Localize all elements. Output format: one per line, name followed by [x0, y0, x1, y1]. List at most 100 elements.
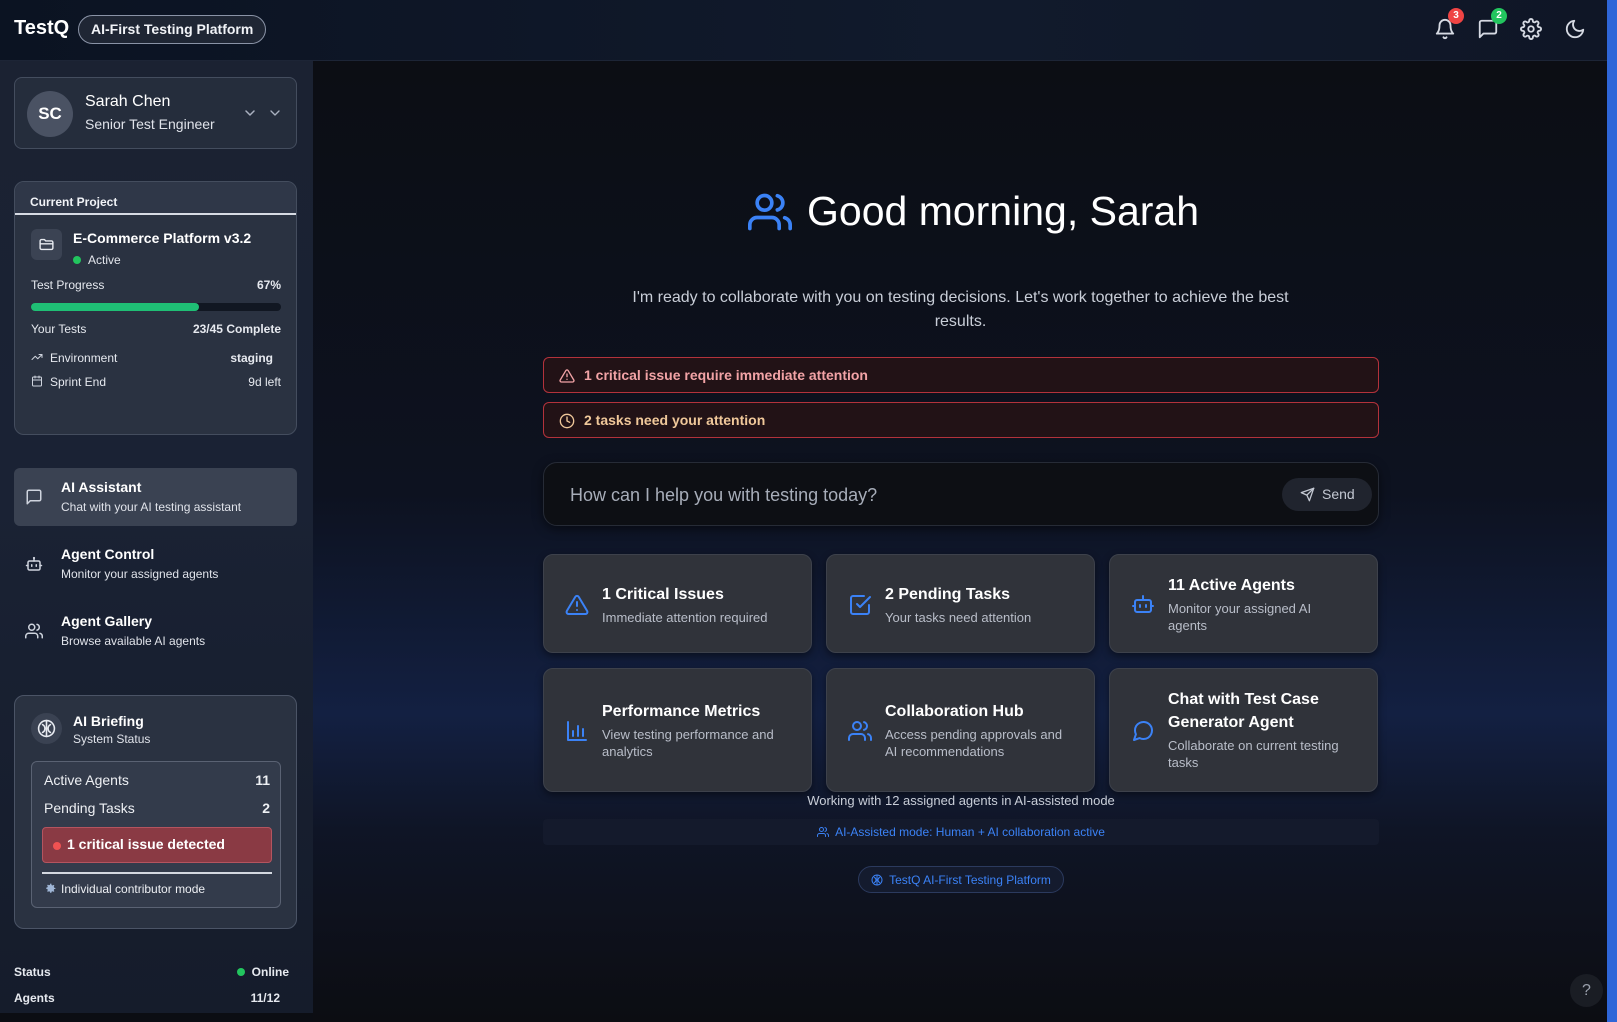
notifications-badge: 3	[1448, 8, 1464, 24]
critical-issue-alert[interactable]: 1 critical issue detected	[42, 827, 272, 863]
send-button[interactable]: Send	[1282, 478, 1372, 511]
critical-issue-banner-text: 1 critical issue require immediate atten…	[584, 367, 868, 383]
active-agents-card[interactable]: 11 Active Agents Monitor your assigned A…	[1109, 554, 1378, 653]
sidebar-item-agent-control[interactable]: Agent Control Monitor your assigned agen…	[14, 535, 297, 593]
project-card-header: Current Project	[15, 182, 296, 215]
trending-up-icon	[31, 351, 43, 363]
sidebar-item-label: AI Assistant	[61, 479, 142, 495]
briefing-title: AI Briefing	[73, 713, 144, 729]
sidebar-item-description: Chat with your AI testing assistant	[61, 500, 242, 514]
chat-icon	[1131, 719, 1155, 743]
user-switcher[interactable]: SC Sarah Chen Senior Test Engineer	[14, 77, 297, 149]
card-title: Performance Metrics	[602, 703, 761, 720]
messages-badge: 2	[1491, 8, 1507, 24]
platform-badge: AI-First Testing Platform	[78, 15, 267, 44]
critical-issue-banner[interactable]: 1 critical issue require immediate atten…	[543, 357, 1379, 393]
sidebar-item-description: Monitor your assigned agents	[61, 567, 219, 581]
messages-button[interactable]: 2	[1477, 8, 1507, 40]
bar-chart-icon	[565, 719, 589, 743]
working-status-text: Working with 12 assigned agents in AI-as…	[807, 793, 1115, 808]
status-dot	[73, 256, 81, 264]
status-value: Online	[251, 965, 289, 979]
collaboration-hub-card[interactable]: Collaboration Hub Access pending approva…	[826, 668, 1095, 792]
card-title: 2 Pending Tasks	[885, 586, 1011, 603]
performance-metrics-card[interactable]: Performance Metrics View testing perform…	[543, 668, 812, 792]
your-tests-row: Your Tests 23/45 Complete	[31, 322, 281, 336]
status-indicator: Online	[236, 965, 289, 979]
agents-label: Agents	[14, 991, 55, 1005]
alert-triangle-icon	[559, 368, 575, 384]
scrollbar-edge[interactable]	[1607, 0, 1617, 1022]
environment-value: staging	[230, 351, 273, 365]
project-status-label: Active	[88, 253, 121, 267]
critical-issue-text: 1 critical issue detected	[67, 836, 225, 852]
platform-footer-badge: TestQ AI-First Testing Platform	[858, 866, 1064, 893]
card-description: Your tasks need attention	[885, 610, 1032, 625]
user-role: Senior Test Engineer	[85, 116, 215, 132]
test-progress-row: Test Progress 67%	[31, 278, 281, 292]
pending-tasks-value: 2	[262, 800, 270, 816]
message-icon	[25, 488, 43, 506]
brand-logo[interactable]: TestQ	[14, 17, 69, 40]
divider	[42, 872, 272, 874]
bot-icon	[25, 555, 43, 573]
status-row: Status Online	[14, 965, 289, 979]
pending-tasks-banner[interactable]: 2 tasks need your attention	[543, 402, 1379, 438]
notifications-button[interactable]: 3	[1434, 8, 1464, 40]
contributor-mode: Individual contributor mode	[44, 882, 205, 896]
sidebar-item-agent-gallery[interactable]: Agent Gallery Browse available AI agents	[14, 602, 297, 660]
status-label: Status	[14, 965, 51, 979]
active-agents-row: Active Agents 11	[44, 772, 270, 788]
settings-button[interactable]	[1520, 18, 1542, 40]
test-case-generator-chat-card[interactable]: Chat with Test Case Generator Agent Coll…	[1109, 668, 1378, 792]
briefing-subtitle: System Status	[73, 732, 151, 746]
chevron-down-icon[interactable]	[242, 105, 258, 121]
card-title: 1 Critical Issues	[602, 586, 724, 603]
environment-row: Environment staging	[31, 351, 281, 365]
chat-box: Send	[543, 462, 1379, 526]
platform-footer-text: TestQ AI-First Testing Platform	[889, 873, 1051, 887]
card-title: 11 Active Agents	[1168, 577, 1295, 594]
sprint-end-value: 9d left	[248, 375, 281, 389]
chat-input[interactable]	[570, 479, 1250, 511]
check-square-icon	[848, 593, 872, 617]
sprint-end-label: Sprint End	[50, 375, 107, 389]
card-description: Monitor your assigned AI agents	[1168, 601, 1312, 633]
bot-icon	[1131, 592, 1155, 616]
card-description: Access pending approvals and AI recommen…	[885, 727, 1063, 759]
sidebar-item-description: Browse available AI agents	[61, 634, 206, 648]
card-description: Collaborate on current testing tasks	[1168, 738, 1339, 770]
users-icon	[748, 190, 792, 234]
users-icon	[848, 719, 872, 743]
agents-row: Agents 11/12	[14, 991, 289, 1005]
card-title: Collaboration Hub	[885, 703, 1024, 720]
gear-icon	[1520, 18, 1542, 40]
test-progress-label: Test Progress	[31, 278, 105, 292]
pending-tasks-card[interactable]: 2 Pending Tasks Your tasks need attentio…	[826, 554, 1095, 653]
agents-value: 11/12	[250, 991, 280, 1005]
card-description: Immediate attention required	[602, 610, 768, 625]
project-name: E-Commerce Platform v3.2	[73, 230, 252, 246]
brain-icon	[31, 713, 62, 744]
environment-label: Environment	[50, 351, 118, 365]
test-progress-fill	[31, 303, 199, 311]
folder-icon	[31, 229, 62, 260]
chevron-down-icon[interactable]	[267, 105, 283, 121]
sprint-end-row: Sprint End 9d left	[31, 375, 281, 389]
moon-icon	[1565, 19, 1585, 39]
sidebar-item-label: Agent Gallery	[61, 613, 153, 629]
current-project-card: Current Project E-Commerce Platform v3.2…	[14, 181, 297, 435]
status-dot	[236, 968, 245, 976]
sidebar-item-ai-assistant[interactable]: AI Assistant Chat with your AI testing a…	[14, 468, 297, 526]
test-progress-value: 67%	[256, 278, 281, 292]
contributor-mode-text: Individual contributor mode	[61, 882, 206, 896]
users-icon	[817, 827, 830, 837]
active-agents-value: 11	[255, 772, 270, 788]
brain-icon	[871, 874, 883, 886]
card-description: View testing performance and analytics	[602, 727, 774, 759]
intro-text: I'm ready to collaborate with you on tes…	[632, 289, 1289, 330]
help-button[interactable]: ?	[1570, 974, 1603, 1007]
theme-toggle-button[interactable]	[1564, 18, 1586, 40]
critical-issues-card[interactable]: 1 Critical Issues Immediate attention re…	[543, 554, 812, 653]
send-button-label: Send	[1322, 486, 1355, 502]
